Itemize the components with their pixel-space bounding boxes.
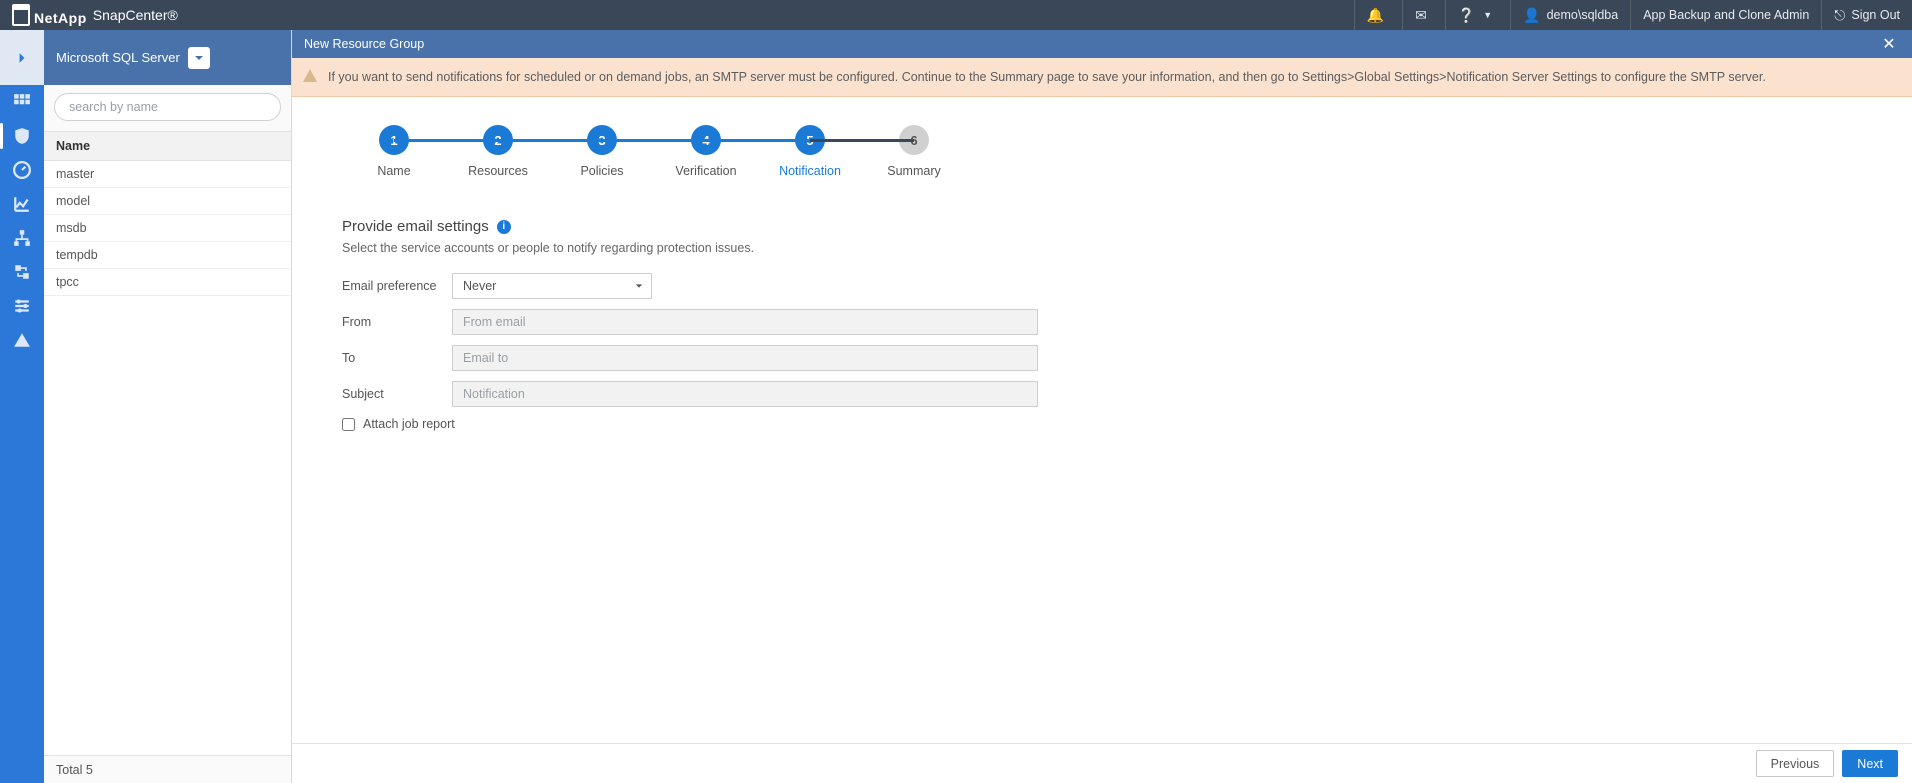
- role-label[interactable]: App Backup and Clone Admin: [1630, 0, 1821, 30]
- list-item[interactable]: msdb: [44, 215, 291, 242]
- user-menu[interactable]: 👤 demo\sqldba: [1510, 0, 1630, 30]
- brand-product: SnapCenter®: [93, 7, 178, 23]
- shield-check-icon: [13, 127, 31, 145]
- nav-rail: [0, 30, 44, 783]
- resource-sidebar: Microsoft SQL Server Name master model m…: [44, 30, 292, 783]
- chevron-right-icon: [16, 52, 28, 64]
- list-item[interactable]: tpcc: [44, 269, 291, 296]
- step-resources[interactable]: 2 Resources: [446, 125, 550, 178]
- warning-icon: [302, 68, 318, 89]
- subject-input[interactable]: [452, 381, 1038, 407]
- wizard-steps: 1 Name 2 Resources 3 Policies 4 Verifica…: [292, 97, 1912, 188]
- search-input[interactable]: [54, 93, 281, 121]
- user-label: demo\sqldba: [1547, 8, 1619, 22]
- step-policies[interactable]: 3 Policies: [550, 125, 654, 178]
- list-item[interactable]: master: [44, 161, 291, 188]
- brand: NetApp SnapCenter®: [0, 4, 190, 26]
- help-icon: ❔: [1458, 8, 1475, 22]
- resource-list: master model msdb tempdb tpcc: [44, 161, 291, 755]
- resource-type-selector: Microsoft SQL Server: [44, 30, 291, 85]
- bell-icon: 🔔: [1367, 8, 1384, 22]
- notifications-button[interactable]: 🔔: [1354, 0, 1402, 30]
- from-label: From: [342, 315, 452, 329]
- form-subtitle: Select the service accounts or people to…: [342, 241, 1862, 255]
- nav-expand-button[interactable]: [0, 30, 44, 85]
- close-button[interactable]: ✕: [1878, 34, 1900, 54]
- signout-icon: ⎋: [1834, 8, 1845, 22]
- chevron-down-icon: [194, 53, 204, 63]
- content-header: New Resource Group ✕: [292, 30, 1912, 58]
- previous-button[interactable]: Previous: [1756, 750, 1835, 777]
- nav-dashboard[interactable]: [0, 85, 44, 119]
- nav-alerts[interactable]: [0, 323, 44, 357]
- subject-label: Subject: [342, 387, 452, 401]
- user-icon: 👤: [1523, 8, 1540, 22]
- gauge-icon: [13, 161, 31, 179]
- signout-label: Sign Out: [1851, 8, 1900, 22]
- smtp-warning-banner: If you want to send notifications for sc…: [292, 58, 1912, 97]
- attach-report-checkbox[interactable]: [342, 418, 355, 431]
- notification-form: Provide email settings i Select the serv…: [292, 188, 1912, 743]
- attach-report-label[interactable]: Attach job report: [363, 417, 455, 431]
- form-title: Provide email settings: [342, 218, 489, 235]
- chart-line-icon: [13, 195, 31, 213]
- info-icon[interactable]: i: [497, 220, 511, 234]
- to-label: To: [342, 351, 452, 365]
- to-input[interactable]: [452, 345, 1038, 371]
- list-total: Total 5: [44, 755, 291, 783]
- resource-type-dropdown[interactable]: [188, 47, 210, 69]
- email-pref-value: Never: [463, 279, 496, 293]
- next-button[interactable]: Next: [1842, 750, 1898, 777]
- email-pref-label: Email preference: [342, 279, 452, 293]
- storage-icon: [13, 263, 31, 281]
- brand-company: NetApp: [12, 4, 87, 26]
- list-header-name[interactable]: Name: [44, 131, 291, 161]
- messages-button[interactable]: ✉: [1402, 0, 1445, 30]
- list-item[interactable]: tempdb: [44, 242, 291, 269]
- signout-button[interactable]: ⎋ Sign Out: [1821, 0, 1912, 30]
- warning-text: If you want to send notifications for sc…: [328, 70, 1766, 84]
- content: New Resource Group ✕ If you want to send…: [292, 30, 1912, 783]
- step-summary[interactable]: 6 Summary: [862, 125, 966, 178]
- step-notification[interactable]: 5 Notification: [758, 125, 862, 178]
- list-item[interactable]: model: [44, 188, 291, 215]
- nav-monitor[interactable]: [0, 153, 44, 187]
- help-button[interactable]: ❔ ▼: [1445, 0, 1510, 30]
- nav-hosts[interactable]: [0, 221, 44, 255]
- sitemap-icon: [13, 229, 31, 247]
- content-title: New Resource Group: [304, 37, 424, 51]
- nav-reports[interactable]: [0, 187, 44, 221]
- step-name[interactable]: 1 Name: [342, 125, 446, 178]
- step-verification[interactable]: 4 Verification: [654, 125, 758, 178]
- nav-settings[interactable]: [0, 289, 44, 323]
- grid-icon: [13, 93, 31, 111]
- email-pref-select[interactable]: Never: [452, 273, 652, 299]
- warning-triangle-icon: [13, 331, 31, 349]
- wizard-footer: Previous Next: [292, 743, 1912, 783]
- chevron-down-icon: [635, 279, 643, 293]
- chevron-down-icon: ▼: [1483, 11, 1492, 20]
- sliders-icon: [13, 297, 31, 315]
- resource-type-label: Microsoft SQL Server: [56, 50, 180, 65]
- nav-storage[interactable]: [0, 255, 44, 289]
- from-input[interactable]: [452, 309, 1038, 335]
- topbar: NetApp SnapCenter® 🔔 ✉ ❔ ▼ 👤 demo\sqldba…: [0, 0, 1912, 30]
- mail-icon: ✉: [1415, 8, 1427, 22]
- nav-resources[interactable]: [0, 119, 44, 153]
- close-icon: ✕: [1882, 36, 1895, 53]
